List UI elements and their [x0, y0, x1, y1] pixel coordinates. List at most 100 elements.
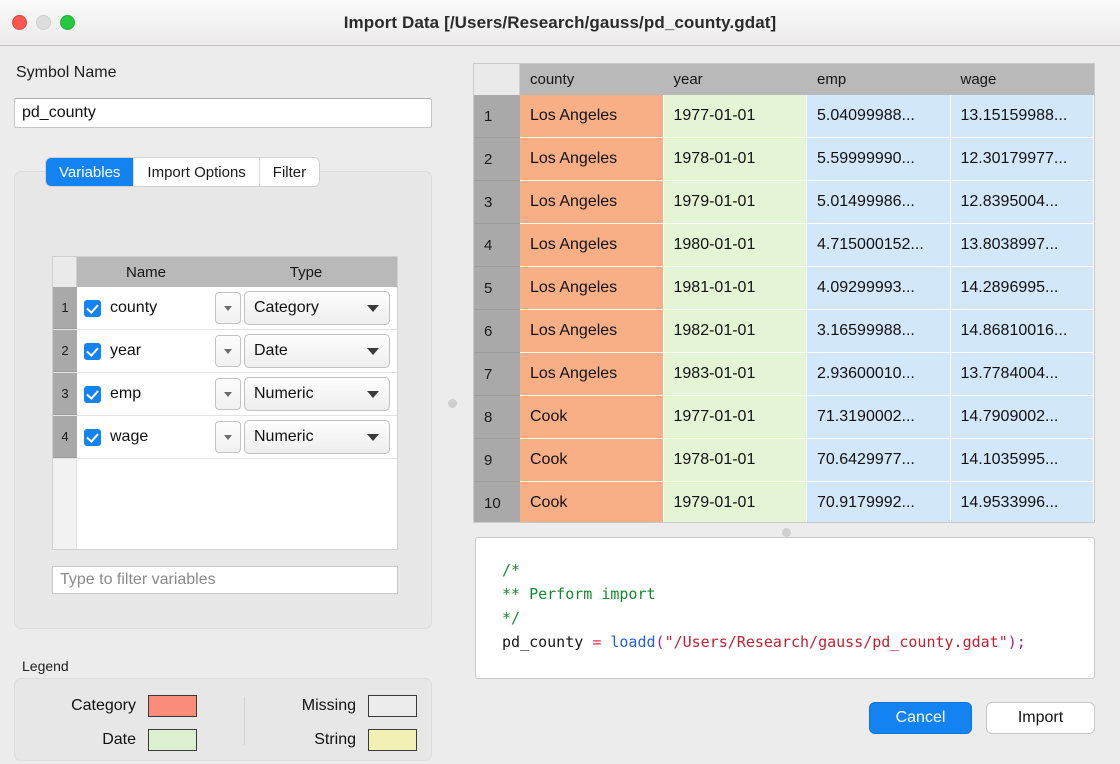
panel-tabs: Variables Import Options Filter: [46, 158, 320, 186]
variable-filter-input[interactable]: Type to filter variables: [52, 566, 398, 594]
table-row[interactable]: 4 Los Angeles 1980-01-01 4.715000152... 13.8…: [474, 224, 1094, 267]
data-col-year[interactable]: year: [664, 64, 808, 95]
table-cell-wage[interactable]: 13.7784004...: [950, 353, 1094, 396]
zoom-button[interactable]: [60, 15, 75, 30]
variables-row[interactable]: 4 wage Numeric: [53, 416, 397, 459]
legend-swatch-string: [368, 729, 417, 751]
table-cell-wage[interactable]: 14.9533996...: [950, 482, 1094, 522]
horizontal-splitter-handle[interactable]: [782, 528, 791, 537]
variables-col-type: Type: [289, 263, 323, 281]
table-cell-county[interactable]: Cook: [520, 396, 664, 439]
table-cell-emp[interactable]: 70.6429977...: [807, 439, 951, 482]
variable-options-button[interactable]: [215, 292, 241, 324]
variable-options-button[interactable]: [215, 378, 241, 410]
code-preview[interactable]: /* ** Perform import */ pd_county = load…: [475, 537, 1095, 679]
table-cell-emp[interactable]: 5.04099988...: [807, 95, 951, 138]
table-cell-year[interactable]: 1979-01-01: [663, 482, 807, 522]
table-cell-county[interactable]: Los Angeles: [520, 95, 664, 138]
table-cell-year[interactable]: 1983-01-01: [663, 353, 807, 396]
table-cell-county[interactable]: Los Angeles: [520, 353, 664, 396]
table-cell-county[interactable]: Los Angeles: [520, 224, 664, 267]
chevron-down-icon: [224, 348, 232, 354]
variable-type-label: Category: [254, 299, 319, 316]
variables-row[interactable]: 1 county Category: [53, 287, 397, 330]
table-cell-emp[interactable]: 70.9179992...: [807, 482, 951, 522]
table-row[interactable]: 2 Los Angeles 1978-01-01 5.59999990... 12.30…: [474, 138, 1094, 181]
code-function: loadd: [610, 633, 656, 651]
table-cell-wage[interactable]: 13.15159988...: [950, 95, 1094, 138]
import-button[interactable]: Import: [986, 702, 1095, 734]
table-row[interactable]: 8 Cook 1977-01-01 71.3190002... 14.7909002..…: [474, 396, 1094, 439]
code-line-2: ** Perform import: [502, 582, 1094, 606]
table-cell-year[interactable]: 1977-01-01: [663, 95, 807, 138]
tab-import-options[interactable]: Import Options: [134, 158, 260, 186]
variable-checkbox[interactable]: [84, 299, 101, 317]
table-cell-year[interactable]: 1978-01-01: [663, 138, 807, 181]
variable-checkbox[interactable]: [84, 428, 101, 446]
table-cell-wage[interactable]: 12.8395004...: [950, 181, 1094, 224]
table-cell-emp[interactable]: 71.3190002...: [807, 396, 951, 439]
variables-row-name-cell: emp: [77, 373, 215, 415]
table-cell-wage[interactable]: 14.86810016...: [950, 310, 1094, 353]
legend-box: Category Date Missing String: [14, 678, 432, 761]
variable-type-select[interactable]: Numeric: [244, 420, 390, 454]
chevron-down-icon: [224, 434, 232, 440]
variable-type-select[interactable]: Category: [244, 291, 390, 325]
table-cell-county[interactable]: Cook: [520, 439, 664, 482]
tab-variables[interactable]: Variables: [46, 158, 135, 186]
table-row[interactable]: 9 Cook 1978-01-01 70.6429977... 14.1035995..…: [474, 439, 1094, 482]
variables-row-name-cell: wage: [77, 416, 215, 458]
table-cell-year[interactable]: 1979-01-01: [663, 181, 807, 224]
table-cell-county[interactable]: Los Angeles: [520, 310, 664, 353]
table-cell-year[interactable]: 1978-01-01: [663, 439, 807, 482]
table-cell-year[interactable]: 1981-01-01: [663, 267, 807, 310]
table-cell-emp[interactable]: 4.09299993...: [807, 267, 951, 310]
table-cell-wage[interactable]: 13.8038997...: [950, 224, 1094, 267]
data-col-emp[interactable]: emp: [807, 64, 951, 95]
variables-row[interactable]: 2 year Date: [53, 330, 397, 373]
legend-label-date: Date: [102, 731, 136, 748]
table-cell-year[interactable]: 1977-01-01: [663, 396, 807, 439]
variable-options-button[interactable]: [215, 421, 241, 453]
variable-checkbox[interactable]: [84, 342, 101, 360]
code-comment-close: */: [502, 609, 521, 627]
table-row[interactable]: 6 Los Angeles 1982-01-01 3.16599988... 14.86…: [474, 310, 1094, 353]
table-row[interactable]: 7 Los Angeles 1983-01-01 2.93600010... 13.77…: [474, 353, 1094, 396]
table-row[interactable]: 10 Cook 1979-01-01 70.9179992... 14.9533996.…: [474, 482, 1094, 522]
table-cell-wage[interactable]: 14.1035995...: [950, 439, 1094, 482]
vertical-splitter-handle[interactable]: [448, 399, 457, 408]
minimize-button[interactable]: [36, 15, 51, 30]
legend-item-string: String: [263, 729, 417, 751]
symbol-name-input[interactable]: pd_county: [14, 98, 432, 128]
code-line-1: /*: [502, 558, 1094, 582]
table-row[interactable]: 1 Los Angeles 1977-01-01 5.04099988... 13.15…: [474, 95, 1094, 138]
table-cell-county[interactable]: Los Angeles: [520, 138, 664, 181]
variable-checkbox[interactable]: [84, 385, 101, 403]
table-cell-wage[interactable]: 14.2896995...: [950, 267, 1094, 310]
legend-label-string: String: [314, 731, 356, 748]
variable-type-select[interactable]: Date: [244, 334, 390, 368]
close-button[interactable]: [12, 15, 27, 30]
table-cell-wage[interactable]: 12.30179977...: [950, 138, 1094, 181]
table-cell-county[interactable]: Los Angeles: [520, 267, 664, 310]
variables-row-number: 3: [53, 373, 77, 415]
table-cell-emp[interactable]: 5.59999990...: [807, 138, 951, 181]
cancel-button[interactable]: Cancel: [869, 702, 972, 734]
table-cell-emp[interactable]: 5.01499986...: [807, 181, 951, 224]
table-cell-emp[interactable]: 4.715000152...: [807, 224, 951, 267]
data-col-county[interactable]: county: [520, 64, 664, 95]
table-cell-year[interactable]: 1982-01-01: [663, 310, 807, 353]
table-cell-county[interactable]: Los Angeles: [520, 181, 664, 224]
data-col-wage[interactable]: wage: [951, 64, 1095, 95]
table-cell-county[interactable]: Cook: [520, 482, 664, 522]
table-cell-wage[interactable]: 14.7909002...: [950, 396, 1094, 439]
table-cell-emp[interactable]: 3.16599988...: [807, 310, 951, 353]
table-cell-year[interactable]: 1980-01-01: [663, 224, 807, 267]
variable-options-button[interactable]: [215, 335, 241, 367]
table-row[interactable]: 5 Los Angeles 1981-01-01 4.09299993... 14.28…: [474, 267, 1094, 310]
tab-filter[interactable]: Filter: [259, 158, 320, 186]
table-row[interactable]: 3 Los Angeles 1979-01-01 5.01499986... 12.83…: [474, 181, 1094, 224]
table-cell-emp[interactable]: 2.93600010...: [807, 353, 951, 396]
variables-row[interactable]: 3 emp Numeric: [53, 373, 397, 416]
variable-type-select[interactable]: Numeric: [244, 377, 390, 411]
